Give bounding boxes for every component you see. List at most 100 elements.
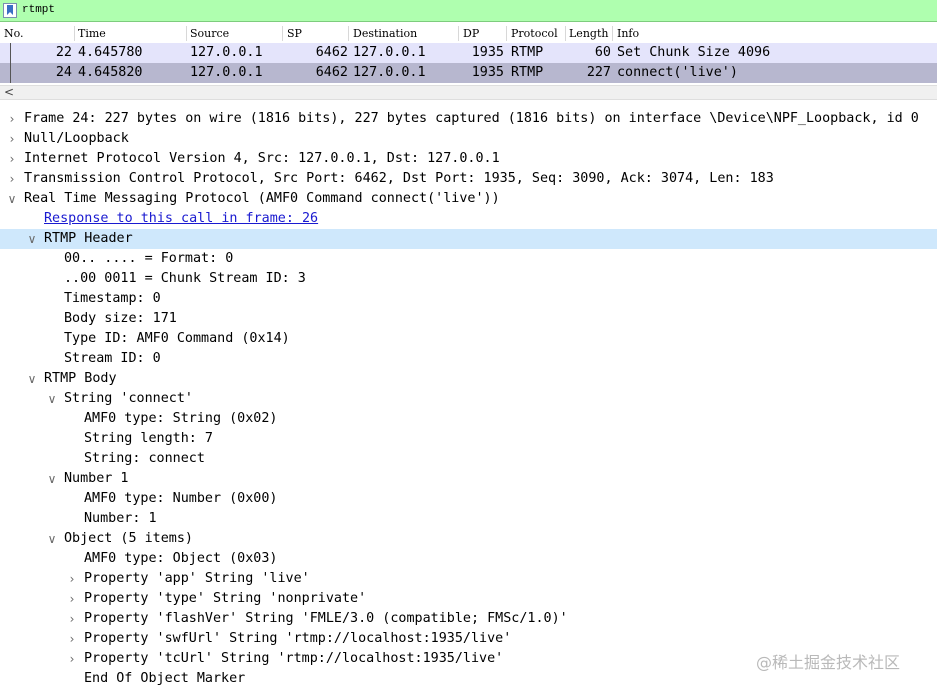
tree-item[interactable]: Timestamp: 0 xyxy=(0,289,937,309)
packet-dp: 1935 xyxy=(471,45,504,60)
column-divider[interactable] xyxy=(506,26,507,41)
column-header-destination[interactable]: Destination xyxy=(353,27,417,40)
scroll-left-arrow-icon[interactable]: < xyxy=(4,85,14,99)
tree-item-label: Null/Loopback xyxy=(24,131,129,146)
column-divider[interactable] xyxy=(348,26,349,41)
tree-item[interactable]: String length: 7 xyxy=(0,429,937,449)
column-header-source[interactable]: Source xyxy=(190,27,229,40)
column-divider[interactable] xyxy=(458,26,459,41)
tree-item-label: Property 'flashVer' String 'FMLE/3.0 (co… xyxy=(84,611,568,626)
chevron-right-icon[interactable]: › xyxy=(5,169,19,189)
chevron-right-icon[interactable]: › xyxy=(65,609,79,629)
tree-item[interactable]: ∨ RTMP Header xyxy=(0,229,937,249)
packet-destination: 127.0.0.1 xyxy=(353,65,426,80)
tree-item-label: Real Time Messaging Protocol (AMF0 Comma… xyxy=(24,191,500,206)
chevron-right-icon[interactable]: › xyxy=(65,569,79,589)
chevron-right-icon[interactable]: › xyxy=(65,589,79,609)
column-header-dp[interactable]: DP xyxy=(463,27,479,40)
chevron-down-icon[interactable]: ∨ xyxy=(25,229,39,249)
packet-list-header: No. Time Source SP Destination DP Protoc… xyxy=(0,24,937,44)
tree-item-label: Property 'tcUrl' String 'rtmp://localhos… xyxy=(84,651,504,666)
tree-item-label: Body size: 171 xyxy=(64,311,177,326)
tree-item[interactable]: Response to this call in frame: 26 xyxy=(0,209,937,229)
tree-item[interactable]: ∨ RTMP Body xyxy=(0,369,937,389)
tree-item[interactable]: ∨ Number 1 xyxy=(0,469,937,489)
column-divider[interactable] xyxy=(612,26,613,41)
packet-row[interactable]: 22 4.645780 127.0.0.1 6462 127.0.0.1 193… xyxy=(0,43,937,63)
chevron-right-icon[interactable]: › xyxy=(65,649,79,669)
column-divider[interactable] xyxy=(186,26,187,41)
related-packet-indicator xyxy=(10,63,11,83)
packet-sp: 6462 xyxy=(315,45,348,60)
tree-item-label: Number: 1 xyxy=(84,511,157,526)
tree-item-label: ..00 0011 = Chunk Stream ID: 3 xyxy=(64,271,306,286)
tree-item-label: 00.. .... = Format: 0 xyxy=(64,251,234,266)
tree-item[interactable]: ∨ Real Time Messaging Protocol (AMF0 Comm… xyxy=(0,189,937,209)
packet-time: 4.645820 xyxy=(78,65,143,80)
tree-item-label: Property 'swfUrl' String 'rtmp://localho… xyxy=(84,631,512,646)
column-header-no[interactable]: No. xyxy=(4,27,24,40)
tree-item-label: Property 'app' String 'live' xyxy=(84,571,310,586)
column-divider[interactable] xyxy=(74,26,75,41)
tree-item[interactable]: Number: 1 xyxy=(0,509,937,529)
tree-item-label: Timestamp: 0 xyxy=(64,291,161,306)
tree-item[interactable]: AMF0 type: Number (0x00) xyxy=(0,489,937,509)
tree-item[interactable]: Stream ID: 0 xyxy=(0,349,937,369)
tree-item-label: Frame 24: 227 bytes on wire (1816 bits),… xyxy=(24,111,919,126)
tree-item-label: Stream ID: 0 xyxy=(64,351,161,366)
packet-info: Set Chunk Size 4096 xyxy=(617,45,771,60)
chevron-right-icon[interactable]: › xyxy=(65,629,79,649)
tree-item[interactable]: › Frame 24: 227 bytes on wire (1816 bits)… xyxy=(0,109,937,129)
column-header-time[interactable]: Time xyxy=(78,27,106,40)
column-header-info[interactable]: Info xyxy=(617,27,639,40)
column-header-sp[interactable]: SP xyxy=(287,27,302,40)
tree-item[interactable]: › Property 'app' String 'live' xyxy=(0,569,937,589)
tree-item-label: AMF0 type: String (0x02) xyxy=(84,411,278,426)
tree-item[interactable]: › Internet Protocol Version 4, Src: 127.0… xyxy=(0,149,937,169)
tree-item-label: End Of Object Marker xyxy=(84,671,246,686)
chevron-down-icon[interactable]: ∨ xyxy=(45,469,59,489)
chevron-down-icon[interactable]: ∨ xyxy=(25,369,39,389)
tree-item[interactable]: ∨ Object (5 items) xyxy=(0,529,937,549)
chevron-right-icon[interactable]: › xyxy=(5,109,19,129)
tree-item[interactable]: ..00 0011 = Chunk Stream ID: 3 xyxy=(0,269,937,289)
display-filter-input[interactable]: rtmpt xyxy=(22,3,55,18)
tree-item[interactable]: AMF0 type: Object (0x03) xyxy=(0,549,937,569)
bookmark-icon[interactable] xyxy=(3,3,17,18)
tree-item[interactable]: ∨ String 'connect' xyxy=(0,389,937,409)
tree-item[interactable]: › Property 'flashVer' String 'FMLE/3.0 (c… xyxy=(0,609,937,629)
tree-item-label: Object (5 items) xyxy=(64,531,193,546)
response-frame-link[interactable]: Response to this call in frame: 26 xyxy=(44,209,318,229)
tree-item[interactable]: Type ID: AMF0 Command (0x14) xyxy=(0,329,937,349)
packet-length: 227 xyxy=(586,65,611,80)
packet-protocol: RTMP xyxy=(511,45,544,60)
tree-item[interactable]: Body size: 171 xyxy=(0,309,937,329)
chevron-right-icon[interactable]: › xyxy=(5,129,19,149)
packet-details-tree: › Frame 24: 227 bytes on wire (1816 bits)… xyxy=(0,109,937,689)
tree-item-label: Type ID: AMF0 Command (0x14) xyxy=(64,331,290,346)
packet-no: 24 xyxy=(55,65,72,80)
chevron-down-icon[interactable]: ∨ xyxy=(45,389,59,409)
column-divider[interactable] xyxy=(282,26,283,41)
chevron-right-icon[interactable]: › xyxy=(5,149,19,169)
tree-item-label: Transmission Control Protocol, Src Port:… xyxy=(24,171,774,186)
tree-item-label: Property 'type' String 'nonprivate' xyxy=(84,591,367,606)
column-divider[interactable] xyxy=(565,26,566,41)
column-header-length[interactable]: Length xyxy=(569,27,608,40)
packet-list-horizontal-scrollbar[interactable]: < xyxy=(0,85,937,100)
packet-row-selected[interactable]: 24 4.645820 127.0.0.1 6462 127.0.0.1 193… xyxy=(0,63,937,83)
tree-item[interactable]: › Null/Loopback xyxy=(0,129,937,149)
column-header-protocol[interactable]: Protocol xyxy=(511,27,558,40)
tree-item[interactable]: › Transmission Control Protocol, Src Port… xyxy=(0,169,937,189)
packet-no: 22 xyxy=(55,45,72,60)
tree-item-label: String 'connect' xyxy=(64,391,193,406)
tree-item[interactable]: 00.. .... = Format: 0 xyxy=(0,249,937,269)
tree-item[interactable]: › Property 'type' String 'nonprivate' xyxy=(0,589,937,609)
tree-item[interactable]: › Property 'swfUrl' String 'rtmp://localh… xyxy=(0,629,937,649)
packet-protocol: RTMP xyxy=(511,65,544,80)
chevron-down-icon[interactable]: ∨ xyxy=(45,529,59,549)
tree-item[interactable]: String: connect xyxy=(0,449,937,469)
chevron-down-icon[interactable]: ∨ xyxy=(5,189,19,209)
tree-item[interactable]: AMF0 type: String (0x02) xyxy=(0,409,937,429)
tree-item-label: AMF0 type: Object (0x03) xyxy=(84,551,278,566)
